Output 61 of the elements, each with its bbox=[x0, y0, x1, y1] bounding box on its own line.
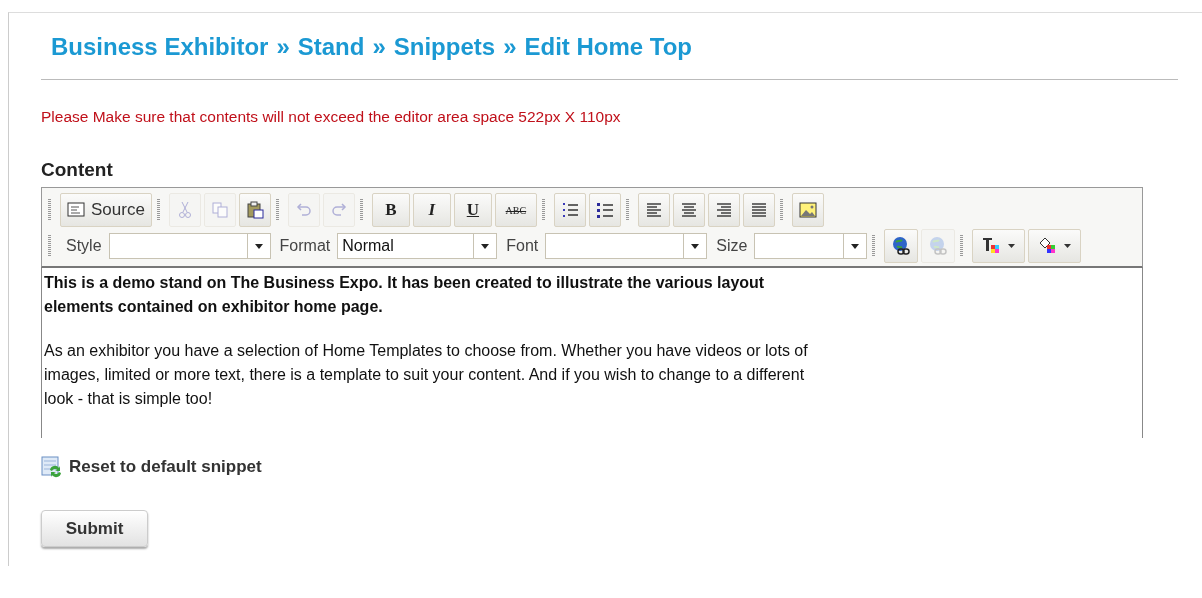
document-icon bbox=[67, 201, 85, 219]
refresh-document-icon bbox=[41, 456, 63, 478]
dropdown-arrow-icon bbox=[691, 243, 700, 249]
warning-message: Please Make sure that contents will not exceed the editor area space 522px X 110px bbox=[41, 108, 622, 126]
dropdown[interactable]: Normal bbox=[337, 233, 498, 259]
toolbar-grip bbox=[48, 235, 51, 257]
numbered-list-icon bbox=[560, 201, 579, 219]
toolbar-grip bbox=[48, 199, 51, 221]
dropdown-arrow-icon bbox=[481, 243, 490, 249]
image-icon bbox=[798, 201, 817, 219]
link-button[interactable] bbox=[884, 229, 919, 263]
undo-icon bbox=[294, 201, 313, 219]
dropdown-arrow-icon bbox=[1008, 244, 1016, 248]
align-center-button[interactable] bbox=[672, 193, 705, 227]
text-color-button[interactable] bbox=[972, 229, 1026, 263]
globe-link-icon bbox=[928, 236, 949, 256]
align-right-button[interactable] bbox=[707, 193, 740, 227]
dropdown-arrow-icon bbox=[851, 243, 860, 249]
align-left-button[interactable] bbox=[637, 193, 670, 227]
combo-label: Font bbox=[506, 237, 539, 255]
align-right-icon bbox=[714, 201, 733, 219]
toolbar-grip bbox=[359, 199, 363, 221]
breadcrumb-separator: » bbox=[372, 33, 386, 61]
image-button[interactable] bbox=[791, 193, 824, 227]
combo-label: Format bbox=[279, 237, 331, 255]
toolbar-grip bbox=[960, 235, 964, 257]
align-left-icon bbox=[644, 201, 663, 219]
align-center-icon bbox=[679, 201, 698, 219]
toolbar-grip bbox=[541, 199, 545, 221]
editor-paragraph: As an exhibitor you have a selection of Home Templates to choose from. Whether you have videos or lots of images, limited or more text, there is a template to suit your content. And if you wish to change to a different look - that is simple too! bbox=[44, 341, 809, 409]
ul-button[interactable] bbox=[588, 193, 621, 227]
breadcrumb-separator: » bbox=[503, 33, 517, 61]
redo-icon bbox=[329, 201, 348, 219]
dropdown-arrow-icon bbox=[1064, 244, 1072, 248]
editor-paragraph: This is a demo stand on The Business Expo. It has been created to illustrate the various layout elements contained on exhibitor home page. bbox=[44, 273, 766, 317]
submit-button[interactable]: Submit bbox=[41, 510, 148, 547]
toolbar-grip bbox=[275, 199, 279, 221]
bold-button[interactable]: B bbox=[371, 193, 410, 227]
justify-button[interactable] bbox=[742, 193, 775, 227]
copy-icon bbox=[210, 201, 229, 219]
strike-button[interactable]: ABC bbox=[494, 193, 537, 227]
clipboard-icon bbox=[245, 201, 264, 219]
toolbar-grip bbox=[779, 199, 783, 221]
toolbar-grip bbox=[156, 199, 160, 221]
combo-label: Size bbox=[716, 237, 748, 255]
italic-button[interactable]: I bbox=[412, 193, 451, 227]
content-label: Content bbox=[41, 159, 114, 181]
bullet-list-icon bbox=[595, 201, 614, 219]
reset-link[interactable]: Reset to default snippet bbox=[41, 456, 1178, 478]
ol-button[interactable] bbox=[553, 193, 586, 227]
toolbar-grip bbox=[872, 235, 876, 257]
paste-button[interactable] bbox=[238, 193, 271, 227]
underline-button[interactable]: U bbox=[453, 193, 492, 227]
toolbar-grip bbox=[625, 199, 629, 221]
breadcrumb-separator: » bbox=[276, 33, 290, 61]
globe-link-icon bbox=[891, 236, 912, 256]
bg-color-button[interactable] bbox=[1028, 229, 1082, 263]
dropdown-arrow-icon bbox=[254, 243, 263, 249]
combo-label: Style bbox=[66, 237, 102, 255]
justify-icon bbox=[749, 201, 768, 219]
source-button[interactable]: Source bbox=[60, 193, 152, 227]
